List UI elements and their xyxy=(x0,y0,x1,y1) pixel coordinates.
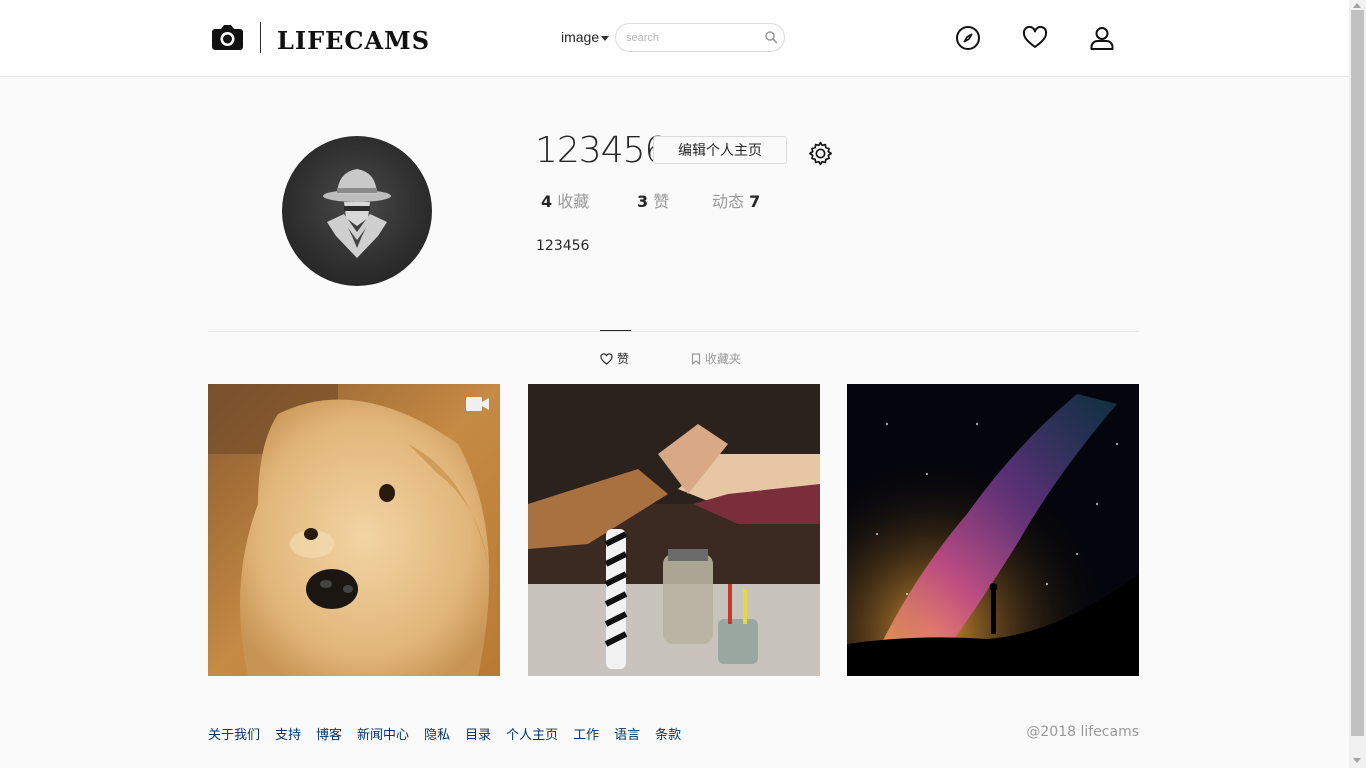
footer-link-directory[interactable]: 目录 xyxy=(465,724,491,743)
edit-profile-button[interactable]: 编辑个人主页 xyxy=(653,136,787,164)
compass-icon[interactable] xyxy=(954,24,982,52)
profile-bio: 123456 xyxy=(536,238,590,254)
footer-link-language[interactable]: 语言 xyxy=(614,724,640,743)
post-thumbnail-galaxy[interactable] xyxy=(847,384,1139,676)
search-box xyxy=(615,23,785,52)
scroll-up-arrow[interactable] xyxy=(1353,3,1361,8)
likes-stat[interactable]: 3 赞 xyxy=(637,188,669,212)
type-dropdown[interactable]: image xyxy=(561,29,610,45)
type-dropdown-label: image xyxy=(561,29,600,45)
tabs-divider xyxy=(208,331,1139,332)
footer-link-profiles[interactable]: 个人主页 xyxy=(506,724,558,743)
post-thumbnail-teamwork[interactable] xyxy=(528,384,820,676)
avatar[interactable] xyxy=(282,136,432,286)
camera-icon[interactable] xyxy=(211,22,244,52)
footer-link-jobs[interactable]: 工作 xyxy=(573,724,599,743)
posts-label: 动态 xyxy=(712,192,745,211)
tab-collections[interactable]: 收藏夹 xyxy=(691,350,741,367)
bookmark-icon xyxy=(691,352,701,365)
teamwork-photo xyxy=(528,384,820,676)
footer-link-privacy[interactable]: 隐私 xyxy=(424,724,450,743)
search-input[interactable] xyxy=(626,30,756,46)
favorites-label: 收藏 xyxy=(557,192,590,211)
gear-icon[interactable] xyxy=(808,141,833,166)
favorites-count: 4 xyxy=(541,192,553,211)
caret-down-icon xyxy=(601,35,610,41)
heart-icon[interactable] xyxy=(1021,24,1049,52)
post-thumbnail-dog[interactable] xyxy=(208,384,500,676)
footer-link-support[interactable]: 支持 xyxy=(275,724,301,743)
tab-likes-label: 赞 xyxy=(617,352,630,366)
dog-photo xyxy=(208,384,500,676)
posts-stat[interactable]: 动态 7 xyxy=(712,188,760,212)
footer-links: 关于我们 支持 博客 新闻中心 隐私 目录 个人主页 工作 语言 条款 xyxy=(208,724,681,743)
user-icon[interactable] xyxy=(1088,24,1116,52)
posts-count: 7 xyxy=(749,192,761,211)
likes-count: 3 xyxy=(637,192,649,211)
footer-link-terms[interactable]: 条款 xyxy=(655,724,681,743)
likes-label: 赞 xyxy=(653,192,670,211)
scroll-down-arrow[interactable] xyxy=(1353,758,1361,763)
scrollbar-thumb[interactable] xyxy=(1351,10,1364,736)
footer-link-about[interactable]: 关于我们 xyxy=(208,724,260,743)
tab-likes[interactable]: 赞 xyxy=(600,350,629,367)
tab-collections-label: 收藏夹 xyxy=(705,352,742,366)
video-camera-icon xyxy=(466,397,489,411)
active-tab-indicator xyxy=(600,330,631,331)
heart-outline-icon xyxy=(600,352,613,365)
footer-link-press[interactable]: 新闻中心 xyxy=(357,724,409,743)
footer-link-blog[interactable]: 博客 xyxy=(316,724,342,743)
spy-avatar-image xyxy=(323,169,391,258)
favorites-stat[interactable]: 4 收藏 xyxy=(541,188,589,212)
copyright-text: @2018 lifecams xyxy=(1026,724,1139,740)
logo-wordmark[interactable]: LIFECAMS xyxy=(277,26,430,55)
galaxy-photo xyxy=(847,384,1139,676)
search-icon[interactable] xyxy=(764,30,778,44)
profile-username: 123456 xyxy=(535,130,667,171)
logo-divider xyxy=(260,22,261,53)
top-navbar: LIFECAMS image xyxy=(0,0,1349,77)
